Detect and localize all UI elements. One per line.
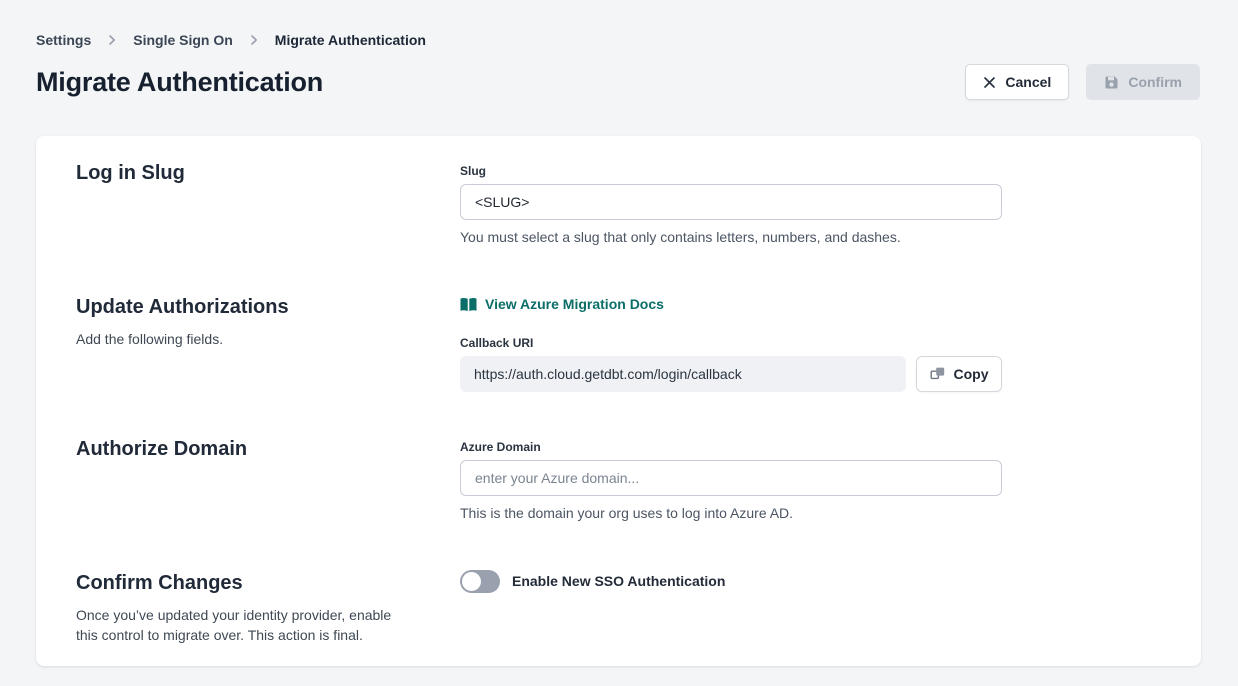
login-slug-right: Slug You must select a slug that only co…: [460, 162, 1002, 296]
callback-uri-label: Callback URI: [460, 336, 1002, 351]
section-heading: Authorize Domain: [76, 438, 460, 461]
update-authorizations-left: Update Authorizations Add the following …: [76, 296, 460, 438]
save-icon: [1104, 75, 1119, 90]
callback-uri-value: https://auth.cloud.getdbt.com/login/call…: [460, 356, 906, 392]
section-heading: Log in Slug: [76, 162, 460, 185]
cancel-button-label: Cancel: [1005, 74, 1051, 90]
breadcrumb-single-sign-on[interactable]: Single Sign On: [133, 32, 233, 48]
confirm-changes-left: Confirm Changes Once you’ve updated your…: [76, 572, 460, 645]
copy-icon: [930, 366, 946, 382]
section-authorize-domain: Authorize Domain Azure Domain This is th…: [76, 438, 1161, 572]
breadcrumb-settings[interactable]: Settings: [36, 32, 91, 48]
docs-link-label: View Azure Migration Docs: [485, 296, 664, 312]
page-title: Migrate Authentication: [36, 67, 323, 98]
breadcrumb: Settings Single Sign On Migrate Authenti…: [36, 32, 1200, 48]
cancel-button[interactable]: Cancel: [965, 64, 1069, 100]
authorize-domain-right: Azure Domain This is the domain your org…: [460, 438, 1002, 572]
azure-domain-helper-text: This is the domain your org uses to log …: [460, 505, 1002, 521]
section-description: Add the following fields.: [76, 329, 408, 349]
enable-sso-toggle[interactable]: [460, 570, 500, 593]
docs-link-row: View Azure Migration Docs: [460, 296, 1002, 317]
callback-copy-row: https://auth.cloud.getdbt.com/login/call…: [460, 356, 1002, 392]
section-confirm-changes: Confirm Changes Once you’ve updated your…: [76, 572, 1161, 645]
toggle-knob: [462, 572, 481, 591]
confirm-button[interactable]: Confirm: [1086, 64, 1200, 100]
confirm-button-label: Confirm: [1128, 74, 1182, 90]
sso-toggle-label: Enable New SSO Authentication: [512, 572, 725, 591]
title-row: Migrate Authentication Cancel: [36, 64, 1200, 100]
azure-migration-docs-link[interactable]: View Azure Migration Docs: [460, 296, 664, 312]
copy-button[interactable]: Copy: [916, 356, 1002, 392]
update-authorizations-right: View Azure Migration Docs Callback URI h…: [460, 296, 1002, 438]
section-update-authorizations: Update Authorizations Add the following …: [76, 296, 1161, 438]
sso-toggle-row: Enable New SSO Authentication: [460, 572, 1002, 593]
page-header: Settings Single Sign On Migrate Authenti…: [0, 0, 1238, 100]
copy-button-label: Copy: [954, 366, 989, 382]
azure-domain-label: Azure Domain: [460, 440, 1002, 455]
breadcrumb-current: Migrate Authentication: [275, 32, 426, 48]
confirm-changes-right: Enable New SSO Authentication: [460, 572, 1002, 645]
section-description: Once you’ve updated your identity provid…: [76, 605, 408, 645]
section-login-slug: Log in Slug Slug You must select a slug …: [76, 162, 1161, 296]
section-heading: Confirm Changes: [76, 572, 460, 595]
close-icon: [983, 76, 996, 89]
slug-label: Slug: [460, 164, 1002, 179]
section-heading: Update Authorizations: [76, 296, 460, 319]
slug-helper-text: You must select a slug that only contain…: [460, 229, 1002, 245]
migrate-authentication-page: Settings Single Sign On Migrate Authenti…: [0, 0, 1238, 686]
header-actions: Cancel Confirm: [965, 64, 1200, 100]
azure-domain-input[interactable]: [460, 460, 1002, 496]
slug-input[interactable]: [460, 184, 1002, 220]
login-slug-left: Log in Slug: [76, 162, 460, 296]
chevron-right-icon: [106, 34, 118, 46]
book-icon: [460, 297, 477, 312]
chevron-right-icon: [248, 34, 260, 46]
authorize-domain-left: Authorize Domain: [76, 438, 460, 572]
settings-card: Log in Slug Slug You must select a slug …: [36, 136, 1201, 666]
